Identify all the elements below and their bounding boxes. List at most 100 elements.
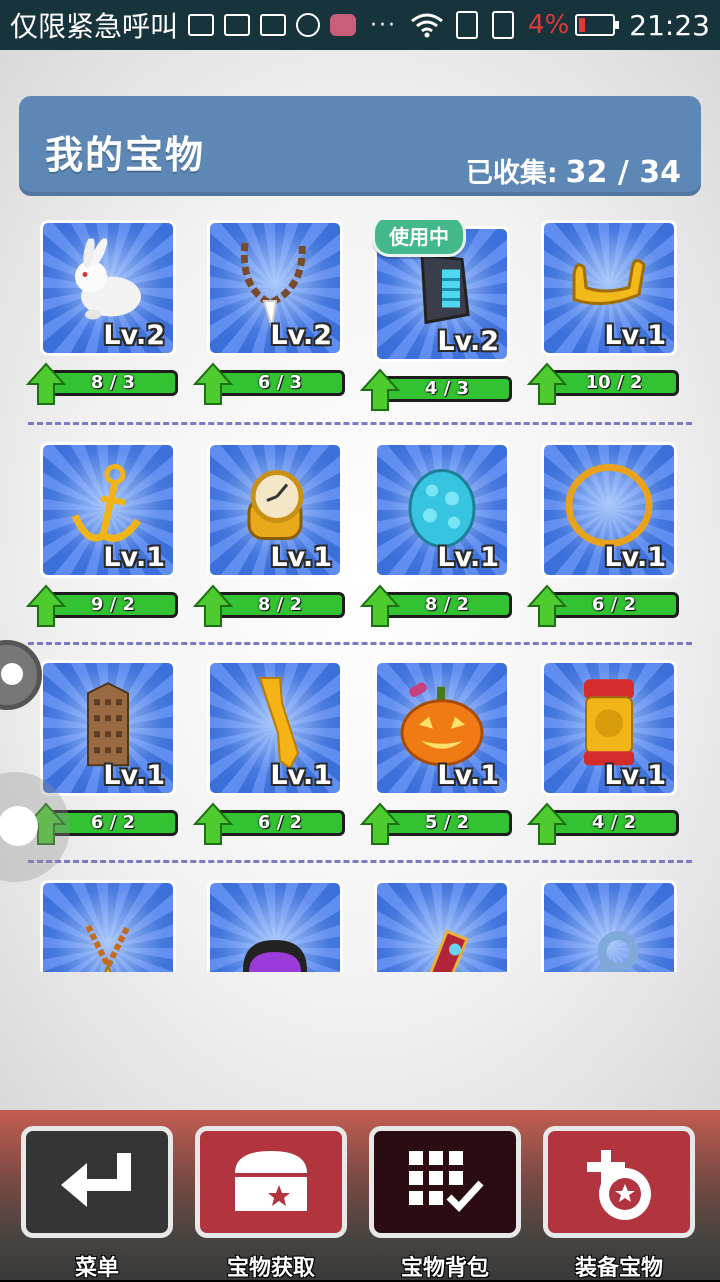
clock: 21:23 [629,8,710,42]
treasure-row: Lv.1 9 / 2 Lv.1 8 / 2 Lv.1 8 / 2 Lv.1 6 … [0,442,720,660]
upgrade-progress[interactable]: 6 / 3 [193,362,347,405]
carrier-text: 仅限紧急呼叫 [10,10,179,43]
treasure-tile[interactable]: Lv.1 [374,442,510,578]
image-icon [188,14,215,36]
golden-key-icon [258,677,300,770]
treasure-tile[interactable] [40,880,176,972]
gauntlet-icon [420,252,470,325]
treasure-item-red-scroll[interactable] [360,880,528,972]
return-icon [61,1153,131,1207]
location-icon [296,13,321,37]
progress-text: 8 / 3 [90,372,136,393]
upgrade-progress[interactable]: 9 / 2 [26,584,180,627]
treasure-item-helmet[interactable] [193,880,361,972]
treasure-tile[interactable]: Lv.1 [541,220,677,356]
treasure-bag-button[interactable] [369,1126,521,1238]
keyboard-icon [224,14,251,36]
upgrade-progress[interactable]: 6 / 2 [193,802,347,845]
upgrade-progress[interactable]: 4 / 3 [360,368,514,411]
treasure-item-wrench[interactable] [527,880,695,972]
treasure-tile[interactable]: Lv.1 [207,660,343,796]
treasure-tile[interactable] [374,880,510,972]
treasure-get-button[interactable] [195,1126,347,1238]
treasure-item-golden-key[interactable]: Lv.1 6 / 2 [193,660,361,860]
star-medal-icon [85,924,131,972]
treasure-item-blue-egg[interactable]: Lv.1 8 / 2 [360,442,528,642]
treasure-item-pocket-watch[interactable]: Lv.1 8 / 2 [193,442,361,642]
treasure-item-golden-ring[interactable]: Lv.1 6 / 2 [527,442,695,642]
equip-treasure-button[interactable] [543,1126,695,1238]
treasure-tile[interactable] [541,880,677,972]
treasure-item-gauntlet[interactable]: Lv.2 使用中 4 / 3 [360,220,528,420]
upgrade-arrow-icon [193,584,233,627]
equip-icon [587,1150,651,1220]
anchor-icon [71,464,141,542]
sim-card-icon [456,11,479,39]
progress-text: 6 / 2 [591,594,637,615]
treasure-tile[interactable]: Lv.2 [207,220,343,356]
treasure-item-pumpkin[interactable]: Lv.1 5 / 2 [360,660,528,860]
ring-icon [565,464,653,547]
level-label: Lv.1 [270,760,332,791]
treasure-tile[interactable]: Lv.2 [40,220,176,356]
more-notifications-icon: ··· [370,12,397,38]
level-label: Lv.1 [604,760,666,791]
treasure-tile[interactable]: Lv.1 [541,442,677,578]
treasure-tile[interactable] [207,880,343,972]
page-title: 我的宝物 [45,133,206,177]
upgrade-arrow-icon [193,362,233,405]
level-label: Lv.2 [103,320,165,351]
treasure-item-tooth-necklace[interactable]: Lv.2 6 / 3 [193,220,361,420]
rabbit-icon [75,238,141,320]
treasure-row: Lv.1 6 / 2 Lv.1 6 / 2 Lv.1 5 / 2 Lv.1 4 … [0,660,720,878]
upgrade-progress[interactable]: 6 / 2 [527,584,681,627]
treasure-item-star-medal[interactable] [26,880,194,972]
status-bar: 仅限紧急呼叫 ··· 4% 21:23 [0,0,720,50]
treasure-row: Lv.2 8 / 3 Lv.2 6 / 3 Lv.2 使用中 4 / 3 Lv.… [0,220,720,438]
menu-button[interactable] [21,1126,173,1238]
row-divider [28,422,692,425]
battery-percent: 4% [528,10,570,40]
treasure-item-anchor[interactable]: Lv.1 9 / 2 [26,442,194,642]
tower-icon [87,682,129,767]
upgrade-progress[interactable]: 8 / 2 [360,584,514,627]
helmet-icon [243,940,307,972]
collected-value: 32 / 34 [565,155,681,190]
progress-text: 5 / 2 [424,812,470,833]
treasure-tile[interactable]: Lv.1 [207,442,343,578]
bottom-nav: 菜单 宝物获取 宝物背包 装备宝物 [0,1110,720,1281]
upgrade-progress[interactable]: 10 / 2 [527,362,681,405]
treasure-item-rabbit[interactable]: Lv.2 8 / 3 [26,220,194,420]
treasure-bag-label: 宝物背包 [400,1256,489,1281]
panel-header: 我的宝物 已收集: 32 / 34 [19,96,701,196]
upgrade-arrow-icon [360,368,400,411]
treasure-item-golden-slingshot[interactable]: Lv.1 10 / 2 [527,220,695,420]
level-label: Lv.1 [604,320,666,351]
upgrade-progress[interactable]: 5 / 2 [360,802,514,845]
treasure-row [0,880,720,972]
progress-text: 6 / 2 [257,812,303,833]
level-label: Lv.1 [437,760,499,791]
treasure-tile[interactable]: Lv.1 [40,442,176,578]
egg-icon [408,469,476,548]
collected-label: 已收集: [465,158,558,189]
menu-label: 菜单 [74,1256,119,1281]
wrench-icon [595,931,639,972]
treasure-tile[interactable]: Lv.1 [40,660,176,796]
treasure-grid[interactable]: Lv.2 8 / 3 Lv.2 6 / 3 Lv.2 使用中 4 / 3 Lv.… [0,220,720,972]
upgrade-progress[interactable]: 8 / 3 [26,362,180,405]
row-divider [28,642,692,645]
upgrade-progress[interactable]: 8 / 2 [193,584,347,627]
progress-text: 6 / 3 [257,372,303,393]
level-label: Lv.1 [103,760,165,791]
level-label: Lv.1 [604,542,666,573]
treasure-get-label: 宝物获取 [226,1256,315,1281]
upgrade-arrow-icon [26,584,66,627]
treasure-tile[interactable]: Lv.1 [541,660,677,796]
pocket-watch-icon [247,470,304,540]
upgrade-progress[interactable]: 4 / 2 [527,802,681,845]
scroll-icon [429,929,469,972]
treasure-tile[interactable]: Lv.1 [374,660,510,796]
treasure-panel: 我的宝物 已收集: 32 / 34 Lv.2 8 / 3 Lv.2 6 / 3 … [0,50,720,1110]
treasure-item-golden-lantern[interactable]: Lv.1 4 / 2 [527,660,695,860]
